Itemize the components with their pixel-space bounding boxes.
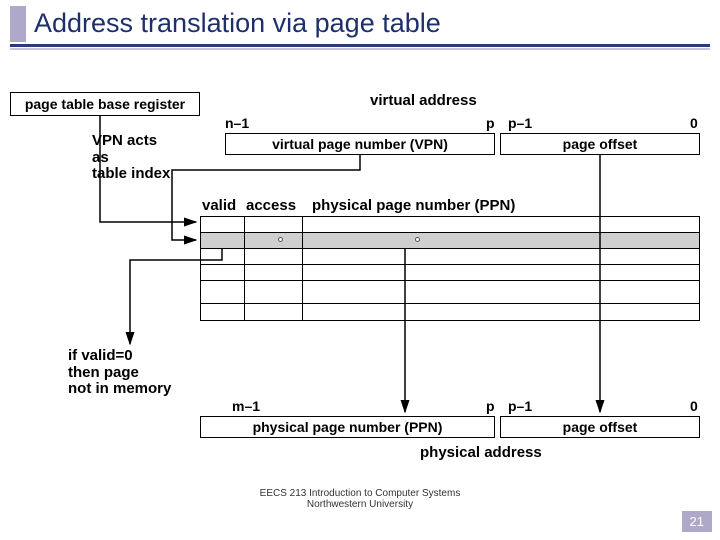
pt-header-ppn: physical page number (PPN)	[312, 197, 515, 214]
footer-line1: EECS 213 Introduction to Computer System…	[0, 488, 720, 499]
va-bit-p: p	[486, 115, 495, 131]
pt-header-access: access	[246, 197, 296, 214]
pa-offset-field: page offset	[500, 416, 700, 438]
dot-marker	[278, 237, 283, 242]
slide-title: Address translation via page table	[34, 8, 441, 39]
virtual-address-title: virtual address	[370, 92, 477, 109]
va-bit-p1: p–1	[508, 115, 532, 131]
page-number: 21	[682, 511, 712, 532]
title-accent	[10, 6, 26, 42]
pa-bit-p: p	[486, 398, 495, 414]
va-bit-0: 0	[690, 115, 698, 131]
page-table-base-register: page table base register	[10, 92, 200, 116]
physical-address-title: physical address	[420, 444, 542, 461]
pa-bit-m1: m–1	[232, 398, 260, 414]
slide-footer: EECS 213 Introduction to Computer System…	[0, 488, 720, 510]
title-rule-dark	[10, 44, 710, 47]
dot-marker	[415, 237, 420, 242]
title-rule-light	[10, 48, 710, 50]
va-offset-field: page offset	[500, 133, 700, 155]
pa-bit-0: 0	[690, 398, 698, 414]
if-valid-label: if valid=0 then page not in memory	[68, 348, 171, 398]
pa-ppn-field: physical page number (PPN)	[200, 416, 495, 438]
vpn-acts-label: VPN acts as table index	[92, 133, 170, 183]
va-bit-n1: n–1	[225, 115, 249, 131]
footer-line2: Northwestern University	[0, 499, 720, 510]
pa-bit-p1: p–1	[508, 398, 532, 414]
va-vpn-field: virtual page number (VPN)	[225, 133, 495, 155]
pt-header-valid: valid	[202, 197, 236, 214]
page-table	[200, 216, 700, 321]
